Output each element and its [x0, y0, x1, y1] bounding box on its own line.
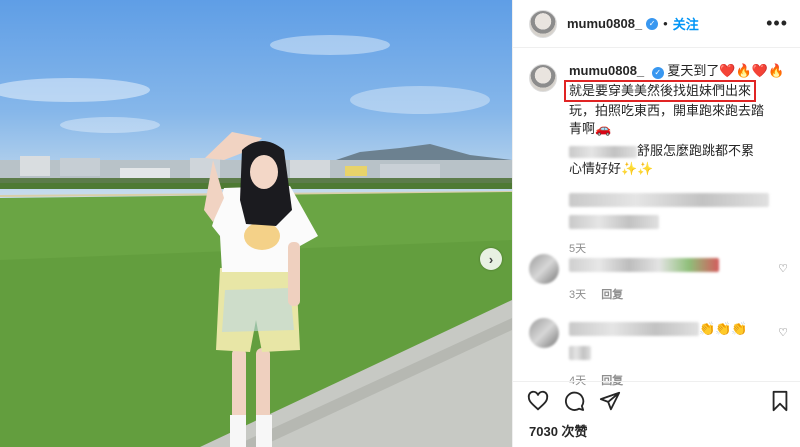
comment-avatar[interactable]: [529, 318, 559, 348]
heart-icon[interactable]: [527, 390, 549, 412]
caption-line-3: 玩，拍照吃東西，開車跑來跑去踏: [569, 103, 765, 118]
photo-scene: [0, 35, 512, 447]
blurred-text: [569, 321, 699, 336]
post-side-panel: mumu0808_ ✓ • 关注 ••• mumu0808_ ✓ 夏天到了❤️🔥…: [512, 0, 800, 447]
share-icon[interactable]: [599, 390, 621, 412]
blurred-text: [569, 145, 637, 158]
caption-line-1: 夏天到了❤️🔥❤️🔥: [667, 63, 785, 78]
caption-line-6: 心情好好✨✨: [569, 161, 654, 176]
verified-badge-icon: ✓: [651, 67, 664, 79]
post-header: mumu0808_ ✓ • 关注 •••: [513, 0, 800, 48]
comment-icon[interactable]: [563, 390, 585, 412]
comment-timestamp: 3天: [569, 289, 587, 301]
verified-badge-icon: ✓: [646, 17, 659, 30]
blurred-text: [569, 214, 659, 229]
caption-avatar[interactable]: [529, 64, 557, 92]
more-options-icon[interactable]: •••: [766, 13, 788, 34]
comment-item: 👏👏👏 4天 回复: [529, 318, 789, 388]
caption-username[interactable]: mumu0808_: [569, 63, 644, 78]
comment-emoji: 👏👏👏: [699, 321, 748, 336]
comment-avatar[interactable]: [529, 254, 559, 284]
username[interactable]: mumu0808_: [567, 16, 642, 31]
post-caption: mumu0808_ ✓ 夏天到了❤️🔥❤️🔥 就是要穿美美然後找姐妹們出來 玩，…: [529, 62, 789, 258]
reply-button[interactable]: 回复: [601, 289, 623, 301]
blurred-text: [569, 257, 719, 272]
caption-line-5: 舒服怎麼跑跳都不累: [637, 143, 755, 158]
separator-dot: •: [663, 16, 668, 31]
comment-item: 3天 回复: [529, 254, 789, 302]
next-arrow-icon[interactable]: ›: [480, 248, 502, 270]
heart-icon[interactable]: ♡: [778, 262, 788, 275]
follow-button[interactable]: 关注: [673, 14, 699, 33]
avatar[interactable]: [529, 9, 557, 38]
highlighted-caption-line: 就是要穿美美然後找姐妹們出來: [564, 80, 757, 102]
post-viewer: › mumu0808_ ✓ • 关注 ••• mumu0808_ ✓ 夏天到了❤…: [0, 0, 800, 447]
post-photo[interactable]: ›: [0, 0, 512, 447]
blurred-text: [569, 192, 769, 207]
bookmark-icon[interactable]: [769, 390, 791, 412]
blurred-text: [569, 345, 591, 360]
heart-icon[interactable]: ♡: [778, 326, 788, 339]
caption-line-4: 青啊🚗: [569, 121, 612, 136]
action-bar: 7030 次赞: [513, 381, 800, 447]
likes-count: 7030 次赞: [529, 424, 588, 439]
